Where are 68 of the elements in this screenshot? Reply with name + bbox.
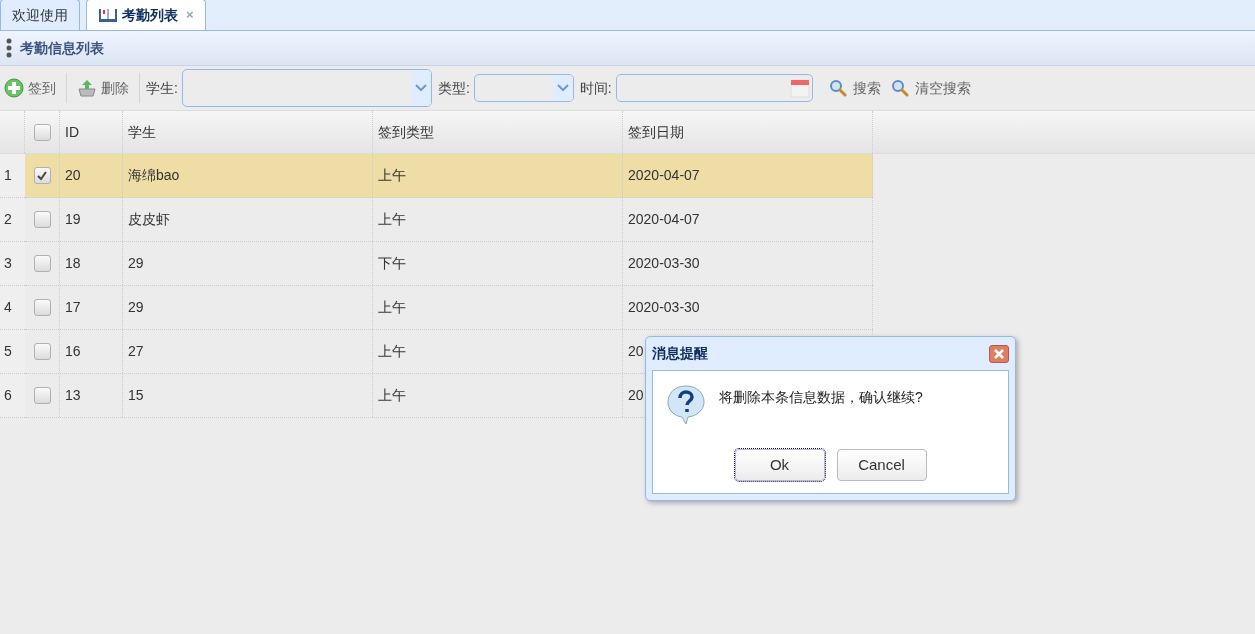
panel-title: 考勤信息列表 bbox=[20, 38, 104, 58]
dialog-button[interactable]: Cancel bbox=[836, 449, 927, 481]
tab-label: 考勤列表 bbox=[122, 5, 178, 25]
chevron-down-icon bbox=[414, 84, 427, 92]
table-cell: 13 bbox=[60, 374, 123, 417]
tab[interactable]: 欢迎使用 bbox=[0, 0, 80, 30]
filter-label: 时间: bbox=[579, 78, 612, 98]
table-row[interactable]: 19 皮皮虾 上午 2020-04-07 bbox=[25, 198, 873, 242]
table-cell: 27 bbox=[123, 330, 373, 373]
tab[interactable]: 考勤列表 × bbox=[86, 0, 206, 30]
table-cell: 18 bbox=[60, 242, 123, 285]
date-field[interactable] bbox=[615, 74, 813, 102]
dialog-button[interactable]: Ok bbox=[734, 449, 825, 481]
drag-handle-icon bbox=[6, 38, 12, 58]
checkbox[interactable] bbox=[33, 255, 51, 272]
toolbar-button[interactable]: 删除 bbox=[75, 77, 131, 99]
basket-icon bbox=[77, 78, 97, 98]
close-button[interactable] bbox=[989, 344, 1009, 363]
book-icon bbox=[98, 7, 118, 23]
table-cell: 2020-03-30 bbox=[623, 242, 873, 285]
table-row[interactable]: 18 29 下午 2020-03-30 bbox=[25, 242, 873, 286]
checkbox[interactable] bbox=[33, 343, 51, 360]
question-icon bbox=[665, 383, 707, 425]
table-cell: 20 bbox=[60, 154, 123, 197]
table-row[interactable]: 17 29 上午 2020-03-30 bbox=[25, 286, 873, 330]
table-cell: 上午 bbox=[373, 154, 623, 197]
filter-label: 学生: bbox=[146, 78, 178, 98]
table-cell: 上午 bbox=[373, 330, 623, 373]
chevron-down-icon bbox=[556, 84, 569, 92]
table-cell: 2020-04-07 bbox=[623, 198, 873, 241]
tab-label: 欢迎使用 bbox=[12, 5, 68, 25]
filter-label: 类型: bbox=[437, 78, 470, 98]
table-cell: 下午 bbox=[373, 242, 623, 285]
dialog-title: 消息提醒 bbox=[652, 344, 708, 363]
table-cell: 上午 bbox=[373, 374, 623, 417]
column-header[interactable]: 签到类型 bbox=[373, 111, 623, 153]
search-button[interactable]: 清空搜索 bbox=[890, 77, 971, 99]
checkbox[interactable] bbox=[33, 387, 51, 404]
column-header[interactable]: ID bbox=[60, 111, 123, 153]
table-cell: 19 bbox=[60, 198, 123, 241]
checkbox[interactable] bbox=[33, 167, 51, 184]
search-icon bbox=[828, 79, 847, 97]
table-cell: 上午 bbox=[373, 286, 623, 329]
table-cell: 17 bbox=[60, 286, 123, 329]
table-cell: 上午 bbox=[373, 198, 623, 241]
column-header[interactable]: 签到日期 bbox=[623, 111, 873, 153]
plus-icon bbox=[4, 78, 24, 98]
table-cell: 2020-04-07 bbox=[623, 154, 873, 197]
toolbar-button[interactable]: 签到 bbox=[2, 77, 58, 99]
checkbox[interactable] bbox=[33, 123, 51, 141]
table-cell: 皮皮虾 bbox=[123, 198, 373, 241]
checkbox[interactable] bbox=[33, 299, 51, 316]
checkbox[interactable] bbox=[33, 211, 51, 228]
column-header[interactable]: 学生 bbox=[123, 111, 373, 153]
search-button[interactable]: 搜索 bbox=[828, 77, 881, 99]
dropdown-field[interactable] bbox=[181, 69, 432, 107]
close-icon bbox=[994, 348, 1004, 359]
table-cell: 2020-03-30 bbox=[623, 286, 873, 329]
table-cell: 29 bbox=[123, 286, 373, 329]
search-icon bbox=[890, 79, 909, 97]
dropdown-field[interactable] bbox=[473, 74, 574, 102]
table-cell: 15 bbox=[123, 374, 373, 417]
table-cell: 16 bbox=[60, 330, 123, 373]
table-row[interactable]: 20 海绵bao 上午 2020-04-07 bbox=[25, 154, 873, 198]
calendar-icon bbox=[789, 78, 810, 98]
checkmark-icon bbox=[36, 169, 48, 182]
table-cell: 海绵bao bbox=[123, 154, 373, 197]
table-cell: 29 bbox=[123, 242, 373, 285]
